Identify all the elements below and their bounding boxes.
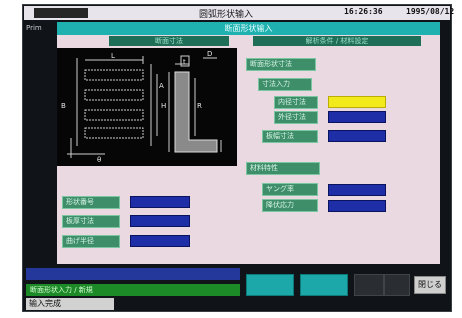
youngs-modulus-input[interactable] (328, 184, 386, 196)
field-label-youngs-modulus: ヤング率 (262, 183, 318, 196)
dim-label-t: t (183, 58, 186, 66)
section-header-conditions: 解析条件 / 材料設定 (253, 36, 421, 46)
inner-diameter-input[interactable] (328, 96, 386, 108)
window-title: 圆弧形状输入 (199, 10, 254, 20)
function-key-1[interactable] (246, 274, 294, 296)
outer-diameter-input[interactable] (328, 111, 386, 123)
clock-time: 16:26:36 (344, 7, 383, 16)
plate-width-input[interactable] (328, 130, 386, 142)
field-label-bend-radius: 曲げ半径 (62, 235, 120, 248)
bend-radius-input[interactable] (130, 235, 190, 247)
shape-number-input[interactable] (130, 196, 190, 208)
field-label-plate-width: 板幅寸法 (262, 130, 318, 143)
diagram-drawing: L B A H R θ t D (61, 50, 222, 164)
dim-label-r: R (197, 102, 202, 110)
dim-label-d: D (207, 50, 212, 58)
top-title-bar: 圆弧形状输入 16:26:36 1995/08/12 (24, 6, 454, 20)
function-key-3[interactable] (354, 274, 384, 296)
field-label-inner-diameter: 内径寸法 (274, 96, 318, 109)
dim-label-theta: θ (97, 156, 101, 164)
dim-label-l: L (111, 52, 115, 60)
dim-label-h: H (161, 102, 166, 110)
section-header-dimensions: 断面寸法 (109, 36, 229, 46)
yield-stress-input[interactable] (328, 200, 386, 212)
close-button[interactable]: 閉じる (414, 276, 446, 294)
field-label-thickness: 板厚寸法 (62, 215, 120, 228)
mode-indicator (34, 8, 88, 18)
sub-label-dimension-input: 寸法入力 (258, 78, 312, 91)
group-label-section-dimensions: 断面形状寸法 (246, 58, 316, 71)
field-label-outer-diameter: 外径寸法 (274, 111, 318, 124)
dim-label-a: A (159, 82, 164, 90)
function-key-4[interactable] (384, 274, 410, 296)
clock-date: 1995/08/12 (406, 7, 455, 16)
dim-label-b: B (61, 102, 66, 110)
cross-section-diagram: L B A H R θ t D (57, 48, 237, 166)
function-key-2[interactable] (300, 274, 348, 296)
status-text: 输入完成 (26, 298, 114, 310)
group-label-material: 材料特性 (246, 162, 320, 175)
dialog-title: 断面形状输入 (57, 22, 440, 35)
left-strip-label: Prim (26, 24, 42, 32)
thickness-input[interactable] (130, 215, 190, 227)
mode-bar: 断面形状入力 / 新規 (26, 284, 240, 296)
field-label-yield-stress: 降伏応力 (262, 199, 318, 212)
field-label-shape-number: 形状番号 (62, 196, 120, 209)
message-bar (26, 268, 240, 280)
